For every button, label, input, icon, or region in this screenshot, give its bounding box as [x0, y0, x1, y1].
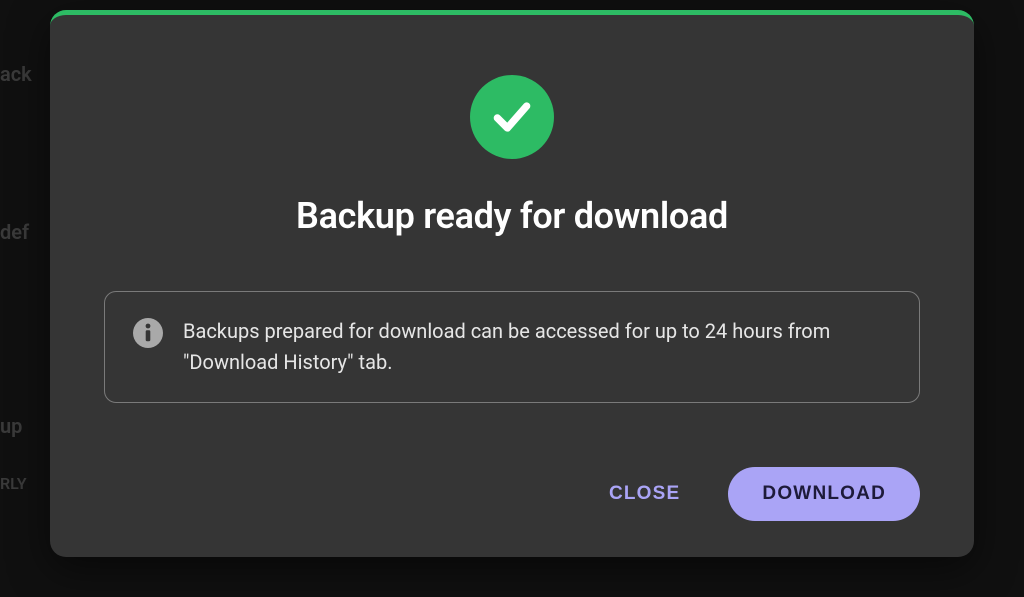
modal-title: Backup ready for download [104, 195, 920, 237]
backup-ready-modal: Backup ready for download Backups prepar… [50, 10, 974, 557]
modal-button-row: CLOSE DOWNLOAD [104, 467, 920, 521]
info-text: Backups prepared for download can be acc… [183, 316, 891, 378]
close-button[interactable]: CLOSE [589, 469, 700, 519]
download-button[interactable]: DOWNLOAD [728, 467, 920, 521]
success-icon [470, 75, 554, 159]
info-box: Backups prepared for download can be acc… [104, 291, 920, 403]
info-icon [133, 318, 163, 348]
